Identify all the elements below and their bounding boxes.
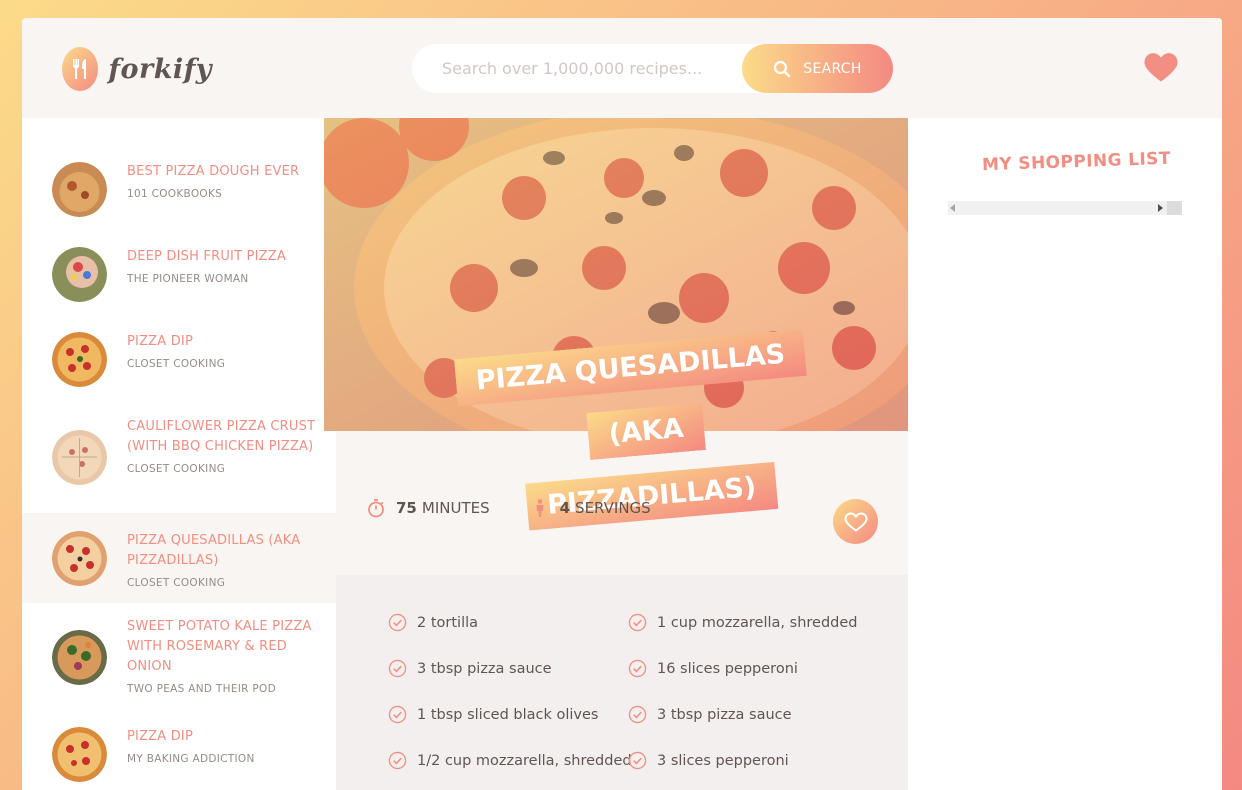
result-title: PIZZA DIP: [127, 334, 193, 349]
result-thumbnail: [52, 531, 107, 586]
search-form: SEARCH: [412, 44, 893, 93]
result-author: CLOSET COOKING: [127, 463, 226, 475]
result-item[interactable]: PIZZA DIP CLOSET COOKING: [22, 332, 336, 387]
result-author: THE PIONEER WOMAN: [127, 273, 249, 285]
search-button[interactable]: SEARCH: [742, 44, 893, 93]
ingredient-text: 1 cup mozzarella, shredded: [657, 614, 858, 631]
ingredient-item: 16 slices pepperoni: [628, 659, 798, 678]
ingredient-text: 1 tbsp sliced black olives: [417, 706, 599, 723]
result-author: CLOSET COOKING: [127, 577, 226, 589]
heart-outline-icon: [844, 511, 867, 532]
likes-menu[interactable]: [1143, 51, 1183, 85]
shopping-list-title: MY SHOPPING LIST: [981, 148, 1172, 176]
ingredient-item: 1 tbsp sliced black olives: [388, 705, 599, 724]
ingredient-item: 3 slices pepperoni: [628, 751, 789, 770]
result-author: 101 COOKBOOKS: [127, 188, 223, 200]
result-item[interactable]: BEST PIZZA DOUGH EVER 101 COOKBOOKS: [22, 162, 336, 217]
recipe-servings: 4 SERVINGS: [530, 498, 651, 518]
scroll-right-arrow-icon[interactable]: [1158, 204, 1163, 212]
ingredient-text: 2 tortilla: [417, 614, 479, 631]
result-item[interactable]: CAULIFLOWER PIZZA CRUST (WITH BBQ CHICKE…: [22, 417, 336, 485]
shopping-list-panel: MY SHOPPING LIST: [908, 118, 1222, 790]
ingredient-text: 1/2 cup mozzarella, shredded: [417, 752, 632, 769]
check-circle-icon: [628, 659, 647, 678]
scrollbar-corner: [1167, 201, 1182, 215]
result-item[interactable]: DEEP DISH FRUIT PIZZA THE PIONEER WOMAN: [22, 247, 336, 302]
recipe-time-label: MINUTES: [421, 499, 490, 517]
ingredient-item: 1/2 cup mozzarella, shredded: [388, 751, 632, 770]
check-circle-icon: [628, 751, 647, 770]
check-circle-icon: [628, 613, 647, 632]
result-item[interactable]: PIZZA DIP MY BAKING ADDICTION: [22, 727, 336, 782]
result-title: CAULIFLOWER PIZZA CRUST (WITH BBQ CHICKE…: [127, 419, 316, 454]
result-title: BEST PIZZA DOUGH EVER: [127, 164, 300, 179]
recipe-time: 75 MINUTES: [366, 498, 490, 518]
result-title: SWEET POTATO KALE PIZZA WITH ROSEMARY & …: [127, 619, 312, 674]
result-thumbnail: [52, 332, 107, 387]
recipe-servings-label: SERVINGS: [575, 499, 651, 517]
result-thumbnail: [52, 430, 107, 485]
search-input[interactable]: [442, 59, 742, 78]
recipe-servings-value: 4: [559, 499, 571, 517]
ingredient-item: 3 tbsp pizza sauce: [388, 659, 552, 678]
ingredient-text: 3 tbsp pizza sauce: [657, 706, 792, 723]
search-button-label: SEARCH: [803, 60, 862, 77]
result-title: PIZZA DIP: [127, 729, 193, 744]
result-author: TWO PEAS AND THEIR POD: [127, 683, 276, 695]
logo[interactable]: forkify: [62, 46, 212, 92]
result-title: PIZZA QUESADILLAS (AKA PIZZADILLAS): [127, 533, 301, 568]
ingredient-text: 3 slices pepperoni: [657, 752, 789, 769]
result-title: DEEP DISH FRUIT PIZZA: [127, 249, 286, 264]
brand-name: forkify: [108, 53, 212, 85]
ingredient-text: 3 tbsp pizza sauce: [417, 660, 552, 677]
result-author: CLOSET COOKING: [127, 358, 226, 370]
ingredient-text: 16 slices pepperoni: [657, 660, 798, 677]
scroll-left-arrow-icon[interactable]: [950, 204, 955, 212]
result-thumbnail: [52, 162, 107, 217]
result-thumbnail: [52, 630, 107, 685]
check-circle-icon: [388, 751, 407, 770]
check-circle-icon: [388, 613, 407, 632]
result-author: MY BAKING ADDICTION: [127, 753, 255, 765]
result-item-active[interactable]: PIZZA QUESADILLAS (AKA PIZZADILLAS) CLOS…: [22, 513, 336, 603]
like-recipe-button[interactable]: [833, 499, 878, 544]
results-list: BEST PIZZA DOUGH EVER 101 COOKBOOKS DEEP…: [22, 118, 336, 790]
fork-knife-icon: [62, 47, 99, 91]
stopwatch-icon: [368, 499, 384, 518]
check-circle-icon: [628, 705, 647, 724]
recipe-time-value: 75: [396, 499, 417, 517]
ingredient-item: 2 tortilla: [388, 613, 478, 632]
result-thumbnail: [52, 247, 107, 302]
recipe-title-line-2: PIZZADILLAS): [525, 461, 779, 531]
recipe-details: 75 MINUTES 4 SERVINGS: [366, 498, 691, 518]
result-item[interactable]: SWEET POTATO KALE PIZZA WITH ROSEMARY & …: [22, 617, 336, 695]
ingredient-item: 1 cup mozzarella, shredded: [628, 613, 857, 632]
result-thumbnail: [52, 727, 107, 782]
app-container: forkify SEARCH BEST PIZZA DO: [22, 18, 1222, 790]
search-icon: [774, 60, 791, 77]
check-circle-icon: [388, 705, 407, 724]
heart-icon: [1144, 53, 1178, 82]
person-icon: [536, 499, 544, 517]
ingredients-list: 2 tortilla 1 cup mozzarella, shredded 3 …: [336, 575, 908, 790]
ingredient-item: 3 tbsp pizza sauce: [628, 705, 792, 724]
recipe-title-line-1: PIZZA QUESADILLAS (AKA: [453, 328, 807, 460]
recipe-panel: PIZZA QUESADILLAS (AKA PIZZADILLAS) 75 M…: [324, 118, 920, 790]
header: forkify SEARCH: [22, 18, 1222, 118]
shopping-list-scrollbar[interactable]: [948, 201, 1182, 215]
check-circle-icon: [388, 659, 407, 678]
